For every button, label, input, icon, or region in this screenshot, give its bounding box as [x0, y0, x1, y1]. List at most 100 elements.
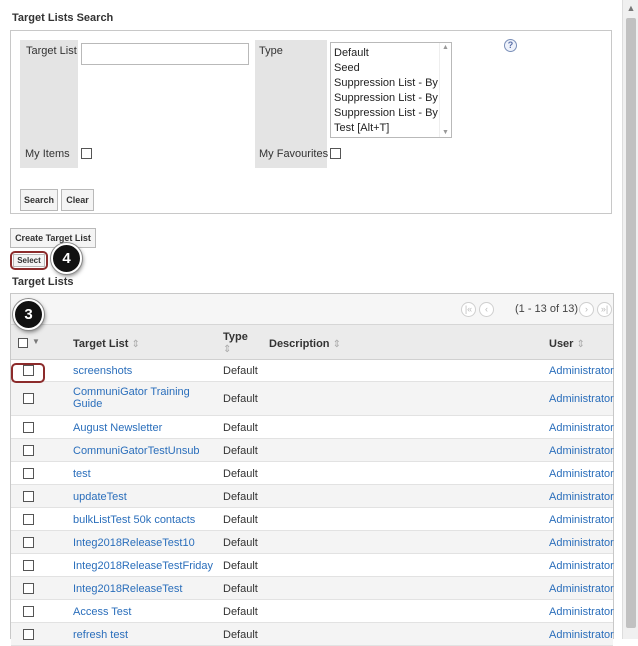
scroll-up-icon[interactable]: ▲: [626, 3, 636, 13]
target-list-link[interactable]: CommuniGatorTestUnsub: [73, 445, 213, 457]
target-list-link[interactable]: Integ2018ReleaseTest: [73, 583, 213, 595]
table-row[interactable]: Access Test Default Administrator: [11, 600, 614, 623]
type-option[interactable]: Test [Alt+T]: [331, 121, 451, 136]
table-header: ▼ Target List ⇕ Type ⇕ Description ⇕ User…: [11, 325, 613, 360]
sort-icon: ⇕: [223, 344, 232, 355]
clear-button[interactable]: Clear: [61, 189, 94, 211]
row-checkbox[interactable]: [23, 514, 34, 525]
scrollbar-thumb[interactable]: [626, 18, 636, 628]
create-target-list-button[interactable]: Create Target List: [10, 228, 96, 248]
type-listbox-scrollbar[interactable]: ▲ ▼: [439, 43, 451, 137]
table-row[interactable]: August Newsletter Default Administrator: [11, 416, 614, 439]
target-list-link[interactable]: updateTest: [73, 491, 213, 503]
type-cell: Default: [223, 514, 258, 526]
type-cell: Default: [223, 445, 258, 457]
row-checkbox-highlight: [11, 363, 45, 383]
table-row[interactable]: CommuniGatorTestUnsub Default Administrato…: [11, 439, 614, 462]
table-row[interactable]: Integ2018ReleaseTestFriday Default Adminis…: [11, 554, 614, 577]
first-page-icon[interactable]: |«: [461, 302, 476, 317]
header-type[interactable]: Type ⇕: [223, 331, 248, 355]
my-favourites-label: My Favourites: [259, 148, 329, 160]
user-link[interactable]: Administrator: [549, 445, 614, 457]
row-checkbox[interactable]: [23, 468, 34, 479]
row-checkbox[interactable]: [23, 583, 34, 594]
row-checkbox[interactable]: [23, 560, 34, 571]
target-lists-title: Target Lists: [12, 276, 74, 288]
type-option[interactable]: Seed: [331, 61, 451, 76]
table-row[interactable]: bulkListTest 50k contacts Default Administ…: [11, 508, 614, 531]
user-link[interactable]: Administrator: [549, 365, 614, 377]
sort-icon: ⇕: [332, 339, 341, 350]
user-link[interactable]: Administrator: [549, 537, 614, 549]
row-checkbox[interactable]: [23, 393, 34, 404]
target-list-link[interactable]: Integ2018ReleaseTest10: [73, 537, 213, 549]
target-list-link[interactable]: screenshots: [73, 365, 213, 377]
type-cell: Default: [223, 537, 258, 549]
select-button-highlight: [10, 251, 48, 270]
table-row[interactable]: test Default Administrator: [11, 462, 614, 485]
row-checkbox[interactable]: [23, 629, 34, 640]
user-link[interactable]: Administrator: [549, 491, 614, 503]
row-checkbox[interactable]: [23, 445, 34, 456]
prev-page-icon[interactable]: ‹: [479, 302, 494, 317]
user-link[interactable]: Administrator: [549, 468, 614, 480]
type-cell: Default: [223, 629, 258, 641]
type-option[interactable]: Default: [331, 46, 451, 61]
row-checkbox[interactable]: [23, 537, 34, 548]
search-button[interactable]: Search: [20, 189, 58, 211]
header-description[interactable]: Description ⇕: [269, 338, 341, 350]
target-list-link[interactable]: bulkListTest 50k contacts: [73, 514, 213, 526]
last-page-icon[interactable]: »|: [597, 302, 612, 317]
user-link[interactable]: Administrator: [549, 560, 614, 572]
type-cell: Default: [223, 468, 258, 480]
user-link[interactable]: Administrator: [549, 583, 614, 595]
user-link[interactable]: Administrator: [549, 422, 614, 434]
select-dropdown-chevron-icon[interactable]: ▼: [32, 337, 40, 346]
header-user[interactable]: User ⇕: [549, 338, 585, 350]
user-link[interactable]: Administrator: [549, 514, 614, 526]
row-checkbox[interactable]: [23, 606, 34, 617]
my-items-label: My Items: [25, 148, 70, 160]
search-title: Target Lists Search: [12, 12, 114, 24]
user-link[interactable]: Administrator: [549, 393, 614, 405]
my-items-checkbox[interactable]: [81, 148, 92, 159]
table-row[interactable]: Integ2018ReleaseTest Default Administrator: [11, 577, 614, 600]
type-option[interactable]: Suppression List - By D: [331, 91, 451, 106]
page-scrollbar[interactable]: ▲: [622, 0, 638, 639]
select-all-checkbox[interactable]: [18, 338, 28, 348]
user-link[interactable]: Administrator: [549, 629, 614, 641]
type-option[interactable]: Suppression List - By I: [331, 106, 451, 121]
table-row[interactable]: updateTest Default Administrator: [11, 485, 614, 508]
chevron-up-icon: ▲: [442, 44, 449, 51]
type-label: Type: [259, 45, 283, 57]
help-icon[interactable]: ?: [504, 39, 517, 52]
next-page-icon[interactable]: ›: [579, 302, 594, 317]
chevron-down-icon: ▼: [442, 129, 449, 136]
target-lists-table: |« ‹ (1 - 13 of 13) › »| ▼ Target List ⇕…: [10, 293, 614, 646]
target-list-link[interactable]: test: [73, 468, 213, 480]
type-cell: Default: [223, 365, 258, 377]
table-row[interactable]: Integ2018ReleaseTest10 Default Administrat…: [11, 531, 614, 554]
type-listbox[interactable]: Default Seed Suppression List - By E Suppre…: [330, 42, 452, 138]
table-row[interactable]: CommuniGator Training Guide Default Admini…: [11, 382, 614, 416]
target-list-input[interactable]: [81, 43, 249, 65]
target-list-link[interactable]: August Newsletter: [73, 422, 213, 434]
row-checkbox[interactable]: [23, 491, 34, 502]
user-link[interactable]: Administrator: [549, 606, 614, 618]
table-row[interactable]: screenshots Default Administrator: [11, 360, 614, 382]
sort-icon: ⇕: [131, 339, 140, 350]
target-list-link[interactable]: Integ2018ReleaseTestFriday: [73, 560, 213, 572]
sort-icon: ⇕: [576, 339, 585, 350]
type-cell: Default: [223, 606, 258, 618]
row-checkbox[interactable]: [23, 422, 34, 433]
target-list-link[interactable]: refresh test: [73, 629, 213, 641]
step-badge-3: 3: [13, 299, 44, 330]
header-target-list[interactable]: Target List ⇕: [73, 338, 140, 350]
table-row[interactable]: refresh test Default Administrator: [11, 623, 614, 646]
pager: |« ‹ (1 - 13 of 13) › »|: [11, 294, 613, 325]
type-cell: Default: [223, 491, 258, 503]
my-favourites-checkbox[interactable]: [330, 148, 341, 159]
target-list-link[interactable]: CommuniGator Training Guide: [73, 386, 213, 410]
type-option[interactable]: Suppression List - By E: [331, 76, 451, 91]
target-list-link[interactable]: Access Test: [73, 606, 213, 618]
